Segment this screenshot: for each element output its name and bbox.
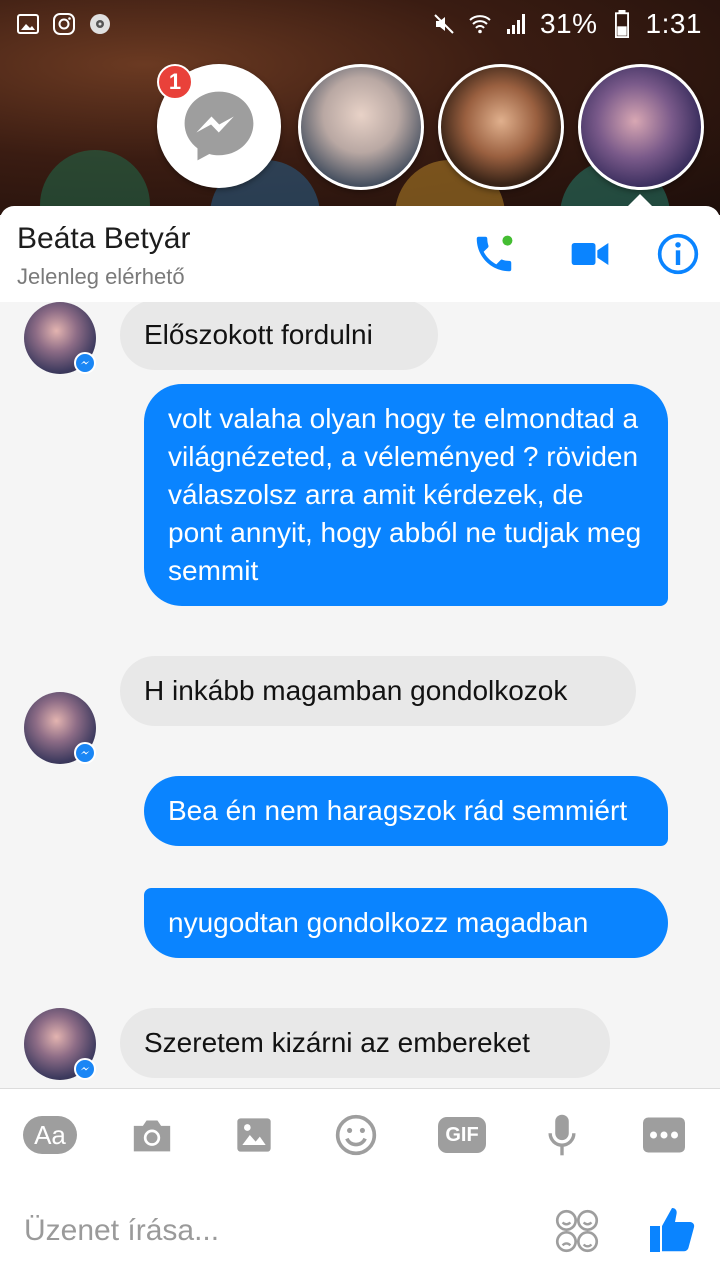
clock: 1:31 (645, 8, 702, 39)
contact-avatar[interactable] (24, 302, 96, 374)
gif-label: GIF (438, 1117, 486, 1153)
instagram-icon (52, 12, 76, 36)
phone-icon (476, 235, 513, 272)
status-bar: 31% 1:31 (0, 0, 720, 48)
message-bubble-sent[interactable]: nyugodtan gondolkozz magadban (144, 888, 668, 958)
composer-bar: Aa GIF (0, 1088, 720, 1280)
battery-icon (610, 10, 634, 38)
messenger-icon (184, 91, 254, 161)
contact-status: Jelenleg elérhető (17, 264, 185, 289)
info-button[interactable] (652, 228, 704, 280)
unread-badge: 1 (157, 64, 193, 100)
more-icon (643, 1117, 685, 1153)
microphone-icon (548, 1114, 576, 1156)
messenger-badge-icon (74, 1058, 96, 1080)
microphone-button[interactable] (534, 1113, 590, 1157)
contact-head-2[interactable] (438, 64, 564, 190)
gif-button[interactable]: GIF (434, 1113, 490, 1157)
messenger-badge-icon (74, 742, 96, 764)
chat-header: Beáta Betyár Jelenleg elérhető (0, 206, 720, 302)
call-button[interactable] (468, 228, 520, 280)
aa-label: Aa (23, 1116, 77, 1154)
camera-icon (133, 1120, 171, 1152)
contact-head-3[interactable] (578, 64, 704, 190)
messenger-badge-icon (74, 352, 96, 374)
battery-percent: 31% (539, 8, 598, 39)
gallery-button[interactable] (226, 1113, 282, 1157)
video-call-button[interactable] (564, 228, 616, 280)
info-icon (657, 233, 699, 275)
like-button[interactable] (648, 1204, 696, 1256)
smiley-icon (335, 1114, 377, 1156)
sticker-icon (555, 1209, 599, 1253)
sticker-button[interactable] (554, 1208, 600, 1254)
emoji-button[interactable] (328, 1113, 384, 1157)
text-style-button[interactable]: Aa (22, 1113, 78, 1157)
thumbs-up-icon (650, 1208, 695, 1252)
message-bubble-received[interactable]: Szeretem kizárni az embereket (120, 1008, 610, 1078)
wifi-icon (468, 12, 492, 36)
media-icon (88, 12, 112, 36)
messenger-chat-head[interactable]: 1 (157, 64, 281, 188)
message-list[interactable]: Előszokott fordulni volt valaha olyan ho… (0, 302, 720, 1088)
signal-icon (504, 12, 528, 36)
mute-icon (432, 12, 456, 36)
message-input[interactable]: Üzenet írása... (24, 1214, 219, 1248)
message-bubble-received[interactable]: Előszokott fordulni (120, 302, 438, 370)
image-icon (237, 1118, 271, 1152)
contact-avatar[interactable] (24, 692, 96, 764)
more-button[interactable] (636, 1113, 692, 1157)
contact-avatar[interactable] (24, 1008, 96, 1080)
message-bubble-sent[interactable]: volt valaha olyan hogy te elmondtad a vi… (144, 384, 668, 606)
contact-head-1[interactable] (298, 64, 424, 190)
gallery-icon (16, 12, 40, 36)
contact-name[interactable]: Beáta Betyár (17, 222, 190, 256)
video-camera-icon (571, 243, 609, 265)
message-bubble-received[interactable]: H inkább magamban gondolkozok (120, 656, 636, 726)
message-bubble-sent[interactable]: Bea én nem haragszok rád semmiért (144, 776, 668, 846)
camera-button[interactable] (124, 1113, 180, 1157)
